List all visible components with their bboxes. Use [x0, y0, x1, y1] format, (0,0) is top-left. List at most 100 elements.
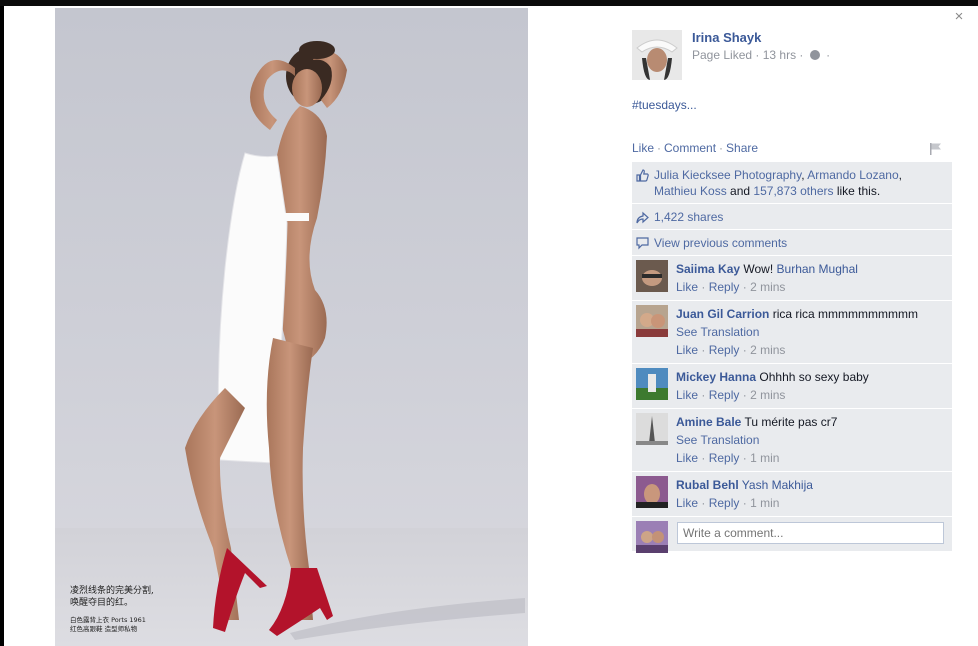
like-action[interactable]: Like	[632, 141, 654, 155]
dot: ·	[742, 388, 747, 402]
shares-count[interactable]: 1,422 shares	[654, 210, 723, 224]
commenter-name[interactable]: Saiima Kay	[676, 262, 740, 276]
comment-tag[interactable]: Burhan Mughal	[777, 262, 858, 276]
share-icon	[636, 211, 649, 224]
likes-row: Julia Kiecksee Photography, Armando Loza…	[632, 162, 952, 204]
comment-text: rica rica mmmmmmmmmm	[772, 307, 919, 321]
dot: ·	[742, 343, 747, 357]
comment-reply[interactable]: Reply	[709, 343, 740, 357]
comment-action[interactable]: Comment	[664, 141, 716, 155]
comment-time[interactable]: 1 min	[750, 451, 779, 465]
comment-reply[interactable]: Reply	[709, 496, 740, 510]
comment-time[interactable]: 2 mins	[750, 343, 785, 357]
see-translation[interactable]: See Translation	[676, 323, 946, 341]
dot: ·	[742, 496, 747, 510]
comment-text: Ohhhh so sexy baby	[759, 370, 869, 384]
globe-icon	[809, 50, 820, 60]
dot: ·	[701, 343, 706, 357]
view-previous-comments[interactable]: View previous comments	[654, 236, 787, 250]
commenter-name[interactable]: Amine Bale	[676, 415, 741, 429]
likes-others[interactable]: 157,873 others	[753, 184, 833, 198]
comment-footer: Like · Reply · 1 min	[676, 449, 946, 467]
comment-like[interactable]: Like	[676, 451, 698, 465]
comment-text: Tu mérite pas cr7	[744, 415, 838, 429]
avatar-illustration	[636, 305, 668, 337]
action-separator: ·	[719, 141, 724, 155]
comma: ,	[898, 168, 902, 182]
dot: ·	[701, 451, 706, 465]
post-meta-text[interactable]: Page Liked · 13 hrs ·	[692, 48, 803, 62]
post-text[interactable]: #tuesdays...	[632, 98, 697, 112]
likes-suffix: like this.	[836, 184, 881, 198]
comment-reply[interactable]: Reply	[709, 280, 740, 294]
photo-caption: 凌烈线条的完美分割, 唤醒夺目的红。	[70, 585, 230, 609]
avatar-illustration	[632, 30, 682, 80]
post-actions: Like · Comment · Share	[632, 141, 758, 155]
avatar-illustration	[636, 476, 668, 508]
liker-name[interactable]: Armando Lozano	[807, 168, 898, 182]
comment-tag[interactable]: Yash Makhija	[742, 478, 813, 492]
post-photo[interactable]: 凌烈线条的完美分割, 唤醒夺目的红。 白色露背上衣 Ports 1961 红色高…	[55, 8, 528, 646]
author-avatar[interactable]	[632, 30, 682, 80]
comment-like[interactable]: Like	[676, 496, 698, 510]
caption-line-1: 凌烈线条的完美分割,	[70, 586, 154, 596]
comment-footer: Like · Reply · 2 mins	[676, 278, 946, 296]
photo-viewer-panel: 凌烈线条的完美分割, 唤醒夺目的红。 白色露背上衣 Ports 1961 红色高…	[4, 6, 978, 646]
dot: ·	[701, 280, 706, 294]
photo-illustration	[55, 41, 528, 646]
dot: ·	[701, 496, 706, 510]
commenter-avatar[interactable]	[636, 260, 668, 292]
ufi-container: Julia Kiecksee Photography, Armando Loza…	[632, 162, 952, 553]
avatar-illustration	[636, 521, 668, 553]
comment-footer: Like · Reply · 1 min	[676, 494, 946, 512]
comment-footer: Like · Reply · 2 mins	[676, 341, 946, 359]
share-action[interactable]: Share	[726, 141, 758, 155]
flag-icon[interactable]	[930, 143, 941, 155]
comment-like[interactable]: Like	[676, 388, 698, 402]
commenter-name[interactable]: Rubal Behl	[676, 478, 739, 492]
comma: ,	[801, 168, 805, 182]
comment-item: Mickey Hanna Ohhhh so sexy baby Like · R…	[632, 364, 952, 409]
comment-item: Rubal Behl Yash Makhija Like · Reply · 1…	[632, 472, 952, 517]
comment-like[interactable]: Like	[676, 280, 698, 294]
close-icon[interactable]: ×	[952, 9, 966, 24]
action-separator: ·	[657, 141, 662, 155]
commenter-avatar[interactable]	[636, 305, 668, 337]
liker-name[interactable]: Mathieu Koss	[654, 184, 727, 198]
comment-time[interactable]: 2 mins	[750, 280, 785, 294]
see-translation[interactable]: See Translation	[676, 431, 946, 449]
comment-icon	[636, 237, 649, 250]
write-comment-input[interactable]	[677, 522, 944, 544]
liker-name[interactable]: Julia Kiecksee Photography	[654, 168, 801, 182]
commenter-name[interactable]: Juan Gil Carrion	[676, 307, 769, 321]
comment-reply[interactable]: Reply	[709, 451, 740, 465]
credit-line-1: 白色露背上衣 Ports 1961	[70, 616, 146, 624]
avatar-illustration	[636, 260, 668, 292]
likes-and: and	[730, 184, 751, 198]
comment-time[interactable]: 1 min	[750, 496, 779, 510]
commenter-avatar[interactable]	[636, 476, 668, 508]
thumbs-up-icon	[636, 169, 649, 182]
credit-line-2: 红色高跟鞋 造型师私物	[70, 625, 138, 633]
shares-row: 1,422 shares	[632, 204, 952, 230]
post-meta: Page Liked · 13 hrs · ·	[692, 48, 830, 62]
avatar-illustration	[636, 413, 668, 445]
dot: ·	[701, 388, 706, 402]
commenter-avatar[interactable]	[636, 368, 668, 400]
comment-item: Saiima Kay Wow! Burhan Mughal Like · Rep…	[632, 256, 952, 301]
commenter-avatar[interactable]	[636, 413, 668, 445]
comment-time[interactable]: 2 mins	[750, 388, 785, 402]
comment-like[interactable]: Like	[676, 343, 698, 357]
dot: ·	[742, 280, 747, 294]
write-comment-row	[632, 517, 952, 553]
comment-item: Juan Gil Carrion rica rica mmmmmmmmmm Se…	[632, 301, 952, 364]
comment-reply[interactable]: Reply	[709, 388, 740, 402]
photo-credits: 白色露背上衣 Ports 1961 红色高跟鞋 造型师私物	[70, 616, 230, 634]
post-author[interactable]: Irina Shayk	[692, 30, 761, 45]
commenter-name[interactable]: Mickey Hanna	[676, 370, 756, 384]
comment-text: Wow!	[743, 262, 774, 276]
view-previous-row: View previous comments	[632, 230, 952, 256]
comment-footer: Like · Reply · 2 mins	[676, 386, 946, 404]
post-meta-dot: ·	[826, 48, 831, 62]
current-user-avatar	[636, 521, 668, 553]
